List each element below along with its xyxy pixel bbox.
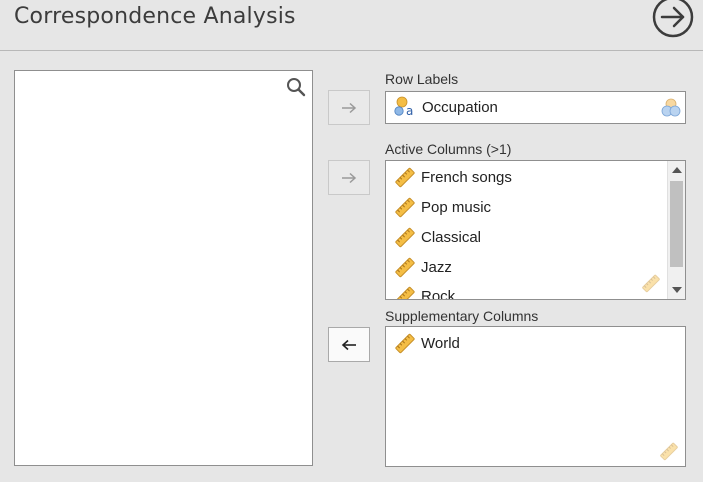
row-labels-label: Row Labels [385,71,459,87]
variables-list[interactable] [14,70,313,466]
ruler-icon [394,197,416,218]
list-item[interactable]: French songs [394,166,512,188]
scroll-up-icon[interactable] [672,167,682,173]
list-item[interactable]: Rock [394,285,455,299]
list-item[interactable]: a Occupation [394,96,498,118]
supplementary-columns-box[interactable]: World [385,326,686,467]
right-arrow-icon [342,172,357,183]
ruler-icon [394,333,416,354]
left-arrow-icon [341,339,356,350]
list-item[interactable]: Jazz [394,256,452,278]
row-label-value: Occupation [422,98,498,116]
move-to-active-columns-button[interactable] [328,160,370,195]
search-icon[interactable] [286,77,306,97]
active-columns-box[interactable]: French songs Pop music Classical Jazz Ro… [385,160,686,300]
ruler-icon [394,257,416,278]
arrow-right-circle-icon[interactable] [651,0,695,41]
header-divider [0,50,703,51]
right-arrow-icon [342,102,357,113]
page-title: Correspondence Analysis [14,4,296,29]
active-columns-label: Active Columns (>1) [385,141,512,157]
ruler-type-icon [659,442,679,461]
list-item[interactable]: World [394,332,460,354]
list-item[interactable]: Pop music [394,196,491,218]
supplementary-columns-label: Supplementary Columns [385,308,539,324]
ruler-icon [394,286,416,299]
active-columns-scrollbar[interactable] [667,161,685,299]
svg-text:a: a [406,104,413,118]
nominal-icon: a [394,96,413,118]
nominal-type-icon [661,98,681,117]
scrollbar-thumb[interactable] [670,181,683,267]
ruler-icon [394,167,416,188]
row-labels-box[interactable]: a Occupation [385,91,686,124]
ruler-type-icon [641,274,661,293]
move-from-supplementary-button[interactable] [328,327,370,362]
scroll-down-icon[interactable] [672,287,682,293]
ruler-icon [394,227,416,248]
list-item[interactable]: Classical [394,226,481,248]
move-to-row-labels-button[interactable] [328,90,370,125]
